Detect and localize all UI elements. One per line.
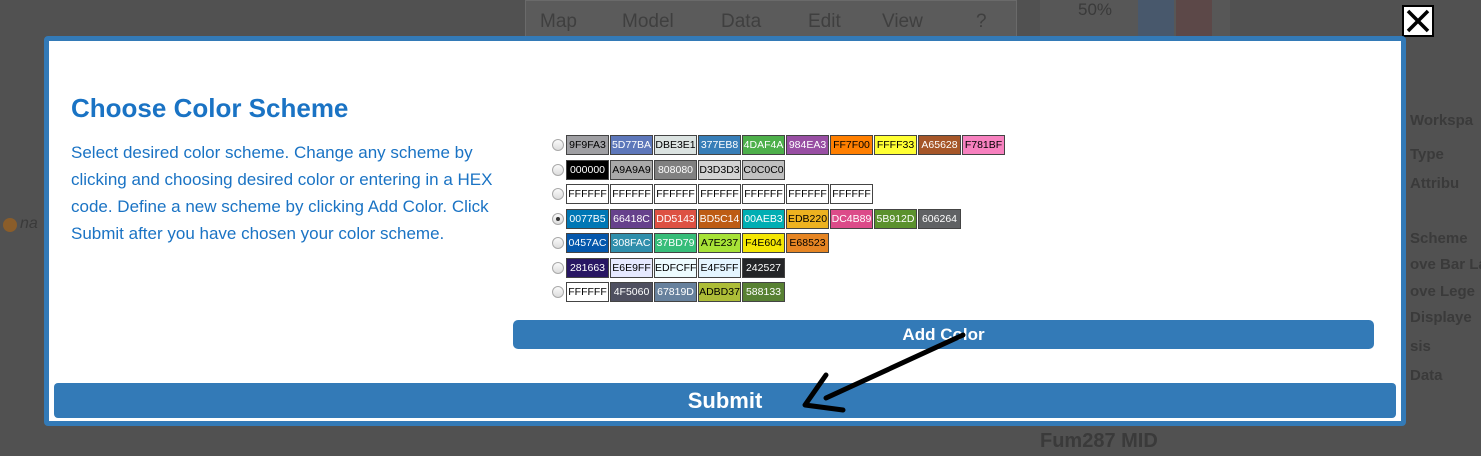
color-swatch[interactable]: 66418C xyxy=(610,208,653,229)
color-scheme-modal: Choose Color Scheme Select desired color… xyxy=(44,36,1406,426)
color-swatch[interactable]: FFFFFF xyxy=(610,184,653,205)
scheme-radio[interactable] xyxy=(552,212,564,225)
scheme-swatches: 281663 E6E9FF EDFCFF E4F5FF 242527 xyxy=(566,257,786,278)
color-swatch[interactable]: 67819D xyxy=(654,282,697,303)
scheme-row: FFFFFF FFFFFF FFFFFF FFFFFF FFFFFF FFFFFF FFFF… xyxy=(552,182,1006,207)
color-swatch[interactable]: DD5143 xyxy=(654,208,697,229)
color-swatch[interactable]: FFFFFF xyxy=(654,184,697,205)
submit-button[interactable]: Submit xyxy=(54,383,1396,418)
add-color-button[interactable]: Add Color xyxy=(513,320,1374,349)
bg-menu-data: Data xyxy=(721,11,762,32)
bg-menu-model: Model xyxy=(622,11,674,32)
color-swatch[interactable]: 5B912D xyxy=(874,208,917,229)
scheme-radio[interactable] xyxy=(552,286,564,299)
color-swatch[interactable]: FFFFFF xyxy=(566,184,609,205)
color-swatch[interactable]: 9F9FA3 xyxy=(566,135,609,156)
color-swatch[interactable]: F4E604 xyxy=(742,233,785,254)
color-swatch[interactable]: 984EA3 xyxy=(786,135,829,156)
color-scheme-list: 9F9FA3 5D77BA DBE3E1 377EB8 4DAF4A 984EA3 FF7F… xyxy=(552,133,1006,305)
color-swatch[interactable]: DC4B89 xyxy=(830,208,873,229)
scheme-swatches: 9F9FA3 5D77BA DBE3E1 377EB8 4DAF4A 984EA3 FF7F… xyxy=(566,135,1006,156)
scheme-row: 9F9FA3 5D77BA DBE3E1 377EB8 4DAF4A 984EA3 FF7F… xyxy=(552,133,1006,158)
color-swatch[interactable]: 377EB8 xyxy=(698,135,741,156)
background-chart-bar xyxy=(1138,0,1174,36)
color-swatch[interactable]: FFFFFF xyxy=(830,184,873,205)
scheme-swatches: 000000 A9A9A9 808080 D3D3D3 C0C0C0 xyxy=(566,159,786,180)
bg-chart-label: 50% xyxy=(1078,0,1113,19)
bg-side-item: Scheme xyxy=(1410,230,1468,247)
color-swatch[interactable]: 000000 xyxy=(566,159,609,180)
color-swatch[interactable]: A7E237 xyxy=(698,233,741,254)
color-swatch[interactable]: 606264 xyxy=(918,208,961,229)
modal-description: Select desired color scheme. Change any … xyxy=(71,143,493,243)
color-swatch[interactable]: 281663 xyxy=(566,257,609,278)
color-swatch[interactable]: A9A9A9 xyxy=(610,159,653,180)
color-swatch[interactable]: F781BF xyxy=(962,135,1005,156)
bg-side-item: Data xyxy=(1410,367,1443,384)
color-swatch[interactable]: FFFFFF xyxy=(742,184,785,205)
scheme-row: 0077B5 66418C DD5143 BD5C14 00AEB3 EDB220 DC4B… xyxy=(552,207,1006,232)
color-swatch[interactable]: EDB220 xyxy=(786,208,829,229)
color-swatch[interactable]: 4F5060 xyxy=(610,282,653,303)
color-swatch[interactable]: EDFCFF xyxy=(654,257,697,278)
color-swatch[interactable]: FFFF33 xyxy=(874,135,917,156)
color-swatch[interactable]: E4F5FF xyxy=(698,257,741,278)
scheme-radio[interactable] xyxy=(552,139,564,152)
color-swatch[interactable]: 5D77BA xyxy=(610,135,653,156)
background-menu-bar: Map Model Data Edit View ? xyxy=(525,0,1017,38)
color-swatch[interactable]: FFFFFF xyxy=(566,282,609,303)
color-swatch[interactable]: FFFFFF xyxy=(786,184,829,205)
background-chart-bar xyxy=(1176,0,1212,36)
close-button[interactable] xyxy=(1402,5,1434,37)
color-swatch[interactable]: FFFFFF xyxy=(698,184,741,205)
color-swatch[interactable]: 588133 xyxy=(742,282,785,303)
close-icon xyxy=(1406,9,1430,33)
scheme-swatches: 0457AC 308FAC 37BD79 A7E237 F4E604 E68523 xyxy=(566,233,830,254)
scheme-radio[interactable] xyxy=(552,188,564,201)
color-swatch[interactable]: 0457AC xyxy=(566,233,609,254)
scheme-radio[interactable] xyxy=(552,261,564,274)
color-swatch[interactable]: BD5C14 xyxy=(698,208,741,229)
modal-title: Choose Color Scheme xyxy=(71,93,349,123)
scheme-swatches: FFFFFF FFFFFF FFFFFF FFFFFF FFFFFF FFFFFF FFFF… xyxy=(566,184,874,205)
scheme-row: 000000 A9A9A9 808080 D3D3D3 C0C0C0 xyxy=(552,158,1006,183)
color-swatch[interactable]: ADBD37 xyxy=(698,282,741,303)
scheme-row: 281663 E6E9FF EDFCFF E4F5FF 242527 xyxy=(552,256,1006,281)
color-swatch[interactable]: 308FAC xyxy=(610,233,653,254)
bg-node-dot xyxy=(3,218,17,232)
bg-side-item: sis xyxy=(1410,338,1431,355)
color-swatch[interactable]: FF7F00 xyxy=(830,135,873,156)
bg-menu-view: View xyxy=(882,11,923,32)
scheme-row: 0457AC 308FAC 37BD79 A7E237 F4E604 E68523 xyxy=(552,231,1006,256)
color-swatch[interactable]: 242527 xyxy=(742,257,785,278)
scheme-radio[interactable] xyxy=(552,163,564,176)
color-swatch[interactable]: D3D3D3 xyxy=(698,159,741,180)
bg-node-label: na xyxy=(20,215,38,232)
scheme-radio[interactable] xyxy=(552,237,564,250)
scheme-swatches: FFFFFF 4F5060 67819D ADBD37 588133 xyxy=(566,282,786,303)
color-swatch[interactable]: 808080 xyxy=(654,159,697,180)
color-swatch[interactable]: C0C0C0 xyxy=(742,159,785,180)
color-swatch[interactable]: E68523 xyxy=(786,233,829,254)
color-swatch[interactable]: A65628 xyxy=(918,135,961,156)
color-swatch[interactable]: 37BD79 xyxy=(654,233,697,254)
bg-side-item: Workspa xyxy=(1410,112,1474,129)
bg-bottom-label: Fum287 MID xyxy=(1040,430,1158,452)
color-swatch[interactable]: 00AEB3 xyxy=(742,208,785,229)
bg-menu-help: ? xyxy=(976,11,987,32)
bg-menu-map: Map xyxy=(540,11,577,32)
bg-side-item: ove Lege xyxy=(1410,283,1476,300)
bg-side-item: Displaye xyxy=(1410,309,1472,326)
color-swatch[interactable]: E6E9FF xyxy=(610,257,653,278)
color-swatch[interactable]: DBE3E1 xyxy=(654,135,697,156)
color-swatch[interactable]: 4DAF4A xyxy=(742,135,785,156)
scheme-row: FFFFFF 4F5060 67819D ADBD37 588133 xyxy=(552,280,1006,305)
color-swatch[interactable]: 0077B5 xyxy=(566,208,609,229)
bg-side-item: Attribu xyxy=(1410,175,1460,192)
bg-side-item: Type xyxy=(1410,146,1444,163)
bg-side-item: ove Bar La xyxy=(1410,256,1481,273)
scheme-swatches: 0077B5 66418C DD5143 BD5C14 00AEB3 EDB220 DC4B… xyxy=(566,208,962,229)
bg-menu-edit: Edit xyxy=(808,11,841,32)
